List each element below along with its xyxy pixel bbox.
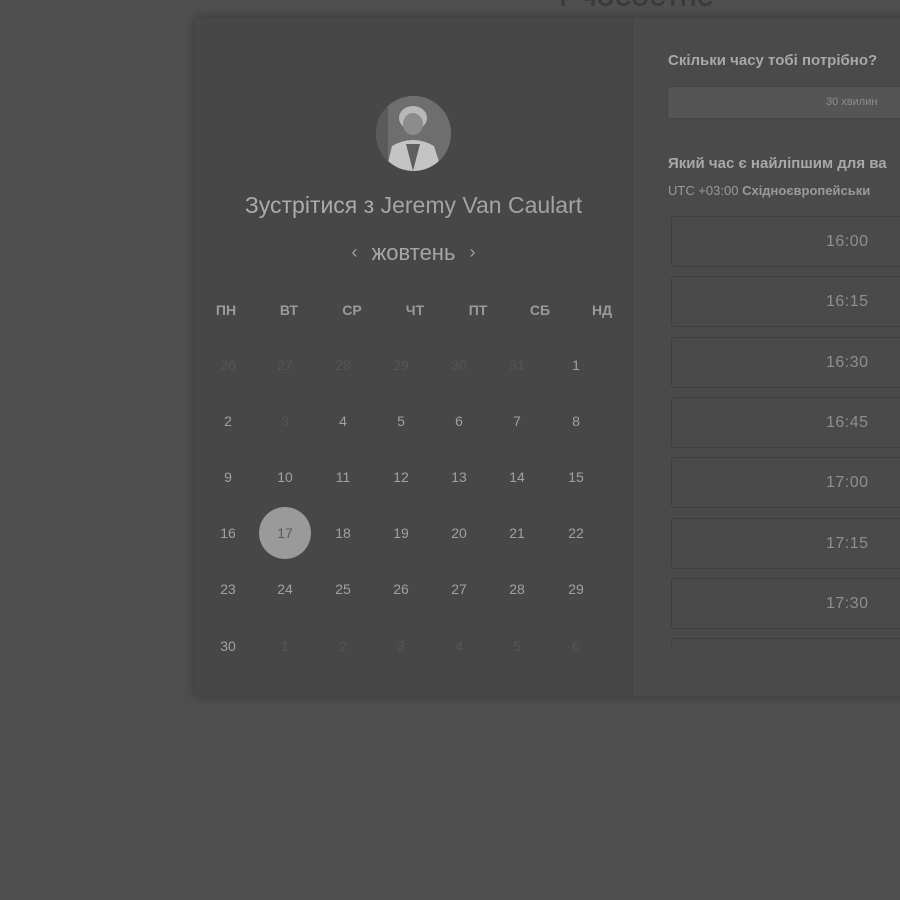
calendar-day[interactable]: 9 bbox=[210, 467, 246, 487]
time-slot-button[interactable]: 17:00 bbox=[671, 457, 900, 509]
calendar-day[interactable]: 25 bbox=[325, 579, 361, 599]
time-question: Який час є найліпшим для ва bbox=[668, 155, 887, 172]
calendar-day[interactable]: 13 bbox=[441, 467, 477, 487]
scheduling-widget: Зустрітися з Jeremy Van Caulart ‹ жовтен… bbox=[195, 18, 900, 696]
calendar-day[interactable]: 2 bbox=[210, 411, 246, 431]
booking-pane: Скільки часу тобі потрібно? 30 хвилин Як… bbox=[633, 18, 900, 696]
calendar-day[interactable]: 1 bbox=[558, 355, 594, 375]
calendar-day: 4 bbox=[455, 638, 463, 654]
calendar-day[interactable]: 27 bbox=[441, 579, 477, 599]
calendar-day[interactable]: 23 bbox=[210, 579, 246, 599]
time-slot-label: 16:30 bbox=[826, 353, 869, 371]
time-slot-label: 17:30 bbox=[826, 594, 869, 612]
time-slot-label: 17:15 bbox=[826, 534, 869, 552]
calendar-day[interactable]: 10 bbox=[267, 467, 303, 487]
calendar-day[interactable]: 28 bbox=[499, 579, 535, 599]
calendar-day[interactable]: 18 bbox=[325, 523, 361, 543]
calendar-day[interactable]: 29 bbox=[558, 579, 594, 599]
calendar-day[interactable]: 26 bbox=[383, 579, 419, 599]
time-slot-button[interactable]: 16:15 bbox=[671, 276, 900, 328]
calendar-day: 2 bbox=[339, 638, 347, 654]
calendar-day[interactable]: 4 bbox=[325, 411, 361, 431]
calendar-day: 1 bbox=[281, 638, 289, 654]
calendar-day: 28 bbox=[335, 357, 351, 373]
calendar-day[interactable]: 19 bbox=[383, 523, 419, 543]
calendar-day[interactable]: 15 bbox=[558, 467, 594, 487]
calendar-day[interactable]: 5 bbox=[383, 411, 419, 431]
calendar-grid: 26 27 28 29 30 31 1 2 3 4 5 6 7 8 9 10 11 12 13 14 15 16 17 18 1… bbox=[195, 18, 632, 696]
time-slot-label: 16:00 bbox=[826, 233, 869, 250]
calendar-day[interactable]: 21 bbox=[499, 523, 535, 543]
time-slot-label: 17:00 bbox=[826, 474, 869, 492]
duration-question: Скільки часу тобі потрібно? bbox=[668, 52, 878, 69]
time-slot-button[interactable] bbox=[671, 638, 900, 646]
calendar-day-selected[interactable]: 17 bbox=[259, 507, 311, 559]
timezone-offset: UTC +03:00 bbox=[668, 183, 739, 198]
time-slot-button[interactable]: 16:45 bbox=[671, 396, 900, 448]
calendar-day: 27 bbox=[277, 357, 293, 373]
calendar-day[interactable]: 30 bbox=[210, 636, 246, 656]
calendar-day: 26 bbox=[220, 357, 236, 373]
calendar-day[interactable]: 22 bbox=[558, 523, 594, 543]
duration-value: 30 хвилин bbox=[826, 96, 878, 108]
calendar-day: 6 bbox=[572, 638, 580, 654]
calendar-day: 31 bbox=[509, 357, 525, 373]
calendar-day: 3 bbox=[281, 413, 289, 429]
calendar-day: 30 bbox=[451, 357, 467, 373]
time-slot-button[interactable]: 17:15 bbox=[671, 517, 900, 569]
duration-select[interactable]: 30 хвилин bbox=[667, 86, 900, 119]
timezone-name: Східноєвропейськи bbox=[742, 183, 871, 198]
time-slot-button[interactable]: 17:30 bbox=[671, 577, 900, 629]
calendar-day[interactable]: 6 bbox=[441, 411, 477, 431]
calendar-day[interactable]: 7 bbox=[499, 411, 535, 431]
timezone-label[interactable]: UTC +03:00 Східноєвропейськи bbox=[668, 183, 870, 198]
time-slot-label: 16:15 bbox=[826, 293, 869, 311]
calendar-day[interactable]: 14 bbox=[499, 467, 535, 487]
time-slot-label: 16:45 bbox=[826, 413, 869, 431]
calendar-day: 3 bbox=[397, 638, 405, 654]
calendar-day[interactable]: 11 bbox=[325, 467, 361, 487]
calendar-day[interactable]: 12 bbox=[383, 467, 419, 487]
calendar-day: 29 bbox=[393, 357, 409, 373]
calendar-day[interactable]: 8 bbox=[558, 411, 594, 431]
calendar-day[interactable]: 16 bbox=[210, 523, 246, 543]
calendar-day[interactable]: 20 bbox=[441, 523, 477, 543]
time-slot-list: 16:00 16:15 16:30 16:45 17:00 17:15 17:30 bbox=[671, 216, 900, 646]
calendar-pane: Зустрітися з Jeremy Van Caulart ‹ жовтен… bbox=[195, 18, 632, 696]
time-slot-button[interactable]: 16:00 bbox=[671, 216, 900, 267]
calendar-day: 5 bbox=[513, 638, 521, 654]
page-title: Г ЧОСОСТНС bbox=[560, 0, 714, 12]
calendar-day[interactable]: 24 bbox=[267, 579, 303, 599]
time-slot-button[interactable]: 16:30 bbox=[671, 336, 900, 388]
